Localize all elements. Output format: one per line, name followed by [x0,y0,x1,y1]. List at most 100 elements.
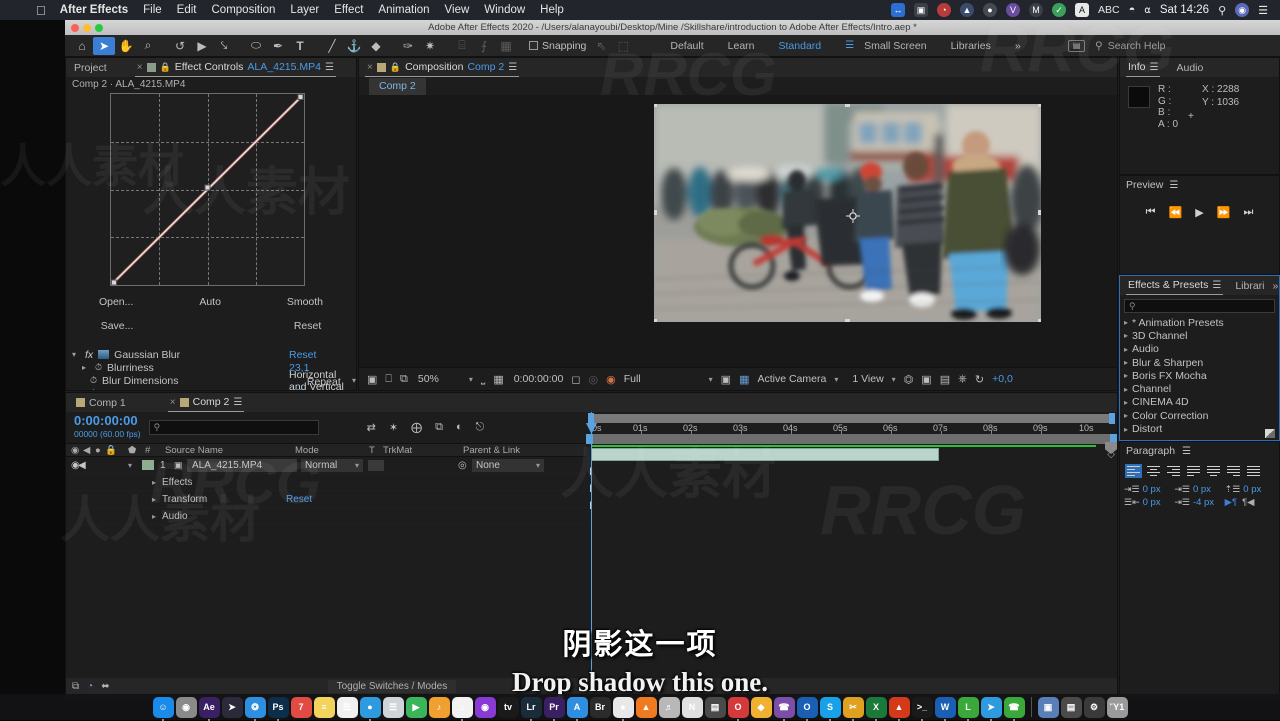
effects-presets-tab[interactable]: Effects & Presets ☰ [1126,277,1224,295]
solo-icon[interactable]: ● [90,445,101,456]
tools-folder-icon[interactable]: ⚙ [1083,696,1105,718]
downloads-folder-icon[interactable]: ▣ [1037,696,1059,718]
clock-alert-icon[interactable]: ◔ [936,3,951,17]
list-item[interactable]: ▸ Distort [1124,422,1279,435]
ninja-icon[interactable]: ● [982,3,997,17]
workspace-small-screen[interactable]: Small Screen [864,40,926,52]
menu-edit[interactable]: Edit [177,4,197,16]
facetime-icon[interactable]: ▶ [405,696,427,718]
menu-animation[interactable]: Animation [378,4,429,16]
wifi-icon[interactable]: ◓ [1129,4,1136,16]
composition-tab[interactable]: × 🔒 Composition Comp 2 ☰ [365,59,520,77]
chevron-right-icon[interactable]: ▸ [82,363,90,372]
previous-frame-button[interactable]: ⏪ [1169,206,1183,219]
magnification-value[interactable]: 50% [418,373,439,385]
fire-icon[interactable]: ▲ [888,696,910,718]
comp-1-tab[interactable]: Comp 1 [74,397,128,409]
pen-tool-icon[interactable]: ✒ [267,37,289,55]
toggle-transparency-icon[interactable]: ⎕ [385,373,392,386]
anchor-point-tool-icon[interactable]: ⤥ [213,37,235,55]
puppet-pin-tool-icon[interactable]: ✷ [419,37,441,55]
table-row[interactable]: ▸ Audio [66,508,586,525]
snap-target-icon[interactable]: ⬚ [612,37,634,55]
layer-video-toggle[interactable]: ◉ [66,460,80,471]
bell-icon[interactable]: ▲ [959,3,974,17]
adobe-bridge-icon[interactable]: Br [589,696,611,718]
last-frame-button[interactable]: ⏭ [1243,206,1253,219]
hide-shy-layers-icon[interactable]: ⨁ [411,421,422,434]
reminders-icon[interactable]: ☰ [336,696,358,718]
align-center-button[interactable] [1145,464,1162,478]
audio-icon[interactable]: ◀ [78,445,90,456]
ltr-direction-button[interactable]: ▶¶ [1225,497,1237,508]
menu-help[interactable]: Help [540,4,564,16]
selection-handle[interactable] [845,104,850,107]
zoom-tool-icon[interactable]: ⌕ [137,37,159,55]
after-effects-icon[interactable]: Ae [198,696,220,718]
list-item[interactable]: ▸ Blur & Sharpen [1124,356,1279,369]
selection-handle[interactable] [1038,319,1041,322]
panel-overflow-icon[interactable]: » [1273,280,1279,292]
layer-clip-bar[interactable] [591,448,939,461]
first-frame-button[interactable]: ⏮ [1146,206,1156,219]
work-area-bar[interactable] [588,413,1115,424]
calendar-icon[interactable]: 7 [290,696,312,718]
views-value[interactable]: 1 View [852,373,883,385]
messages-icon[interactable]: ● [359,696,381,718]
chevron-down-icon[interactable]: ▾ [834,375,838,384]
selection-handle[interactable] [654,104,657,107]
graph-editor-icon[interactable]: ⎋ [476,421,485,434]
frame-blending-icon[interactable]: ⧉ [435,421,443,434]
workspace-libraries[interactable]: Libraries [951,40,991,52]
photoshop-icon[interactable]: Ps [267,696,289,718]
distribute-icon[interactable]: ▦ [495,37,517,55]
justify-last-right-button[interactable] [1225,464,1242,478]
minimize-window-button[interactable] [83,23,91,32]
shape-tool-icon[interactable]: ⬭ [245,37,267,55]
workspace-standard[interactable]: Standard [779,40,822,52]
show-snapshot-icon[interactable]: ◎ [589,373,599,386]
audio-tab[interactable]: Audio [1174,62,1205,74]
books-icon[interactable]: ▤ [704,696,726,718]
brush-tool-icon[interactable]: ╱ [321,37,343,55]
hamburger-icon[interactable]: ☰ [1212,280,1221,291]
workspace-menu-icon[interactable]: ☰ [845,40,854,51]
curves-graph[interactable] [110,93,305,286]
rtl-direction-button[interactable]: ¶◀ [1242,497,1254,508]
align-left-icon[interactable]: ⌸ [451,37,473,55]
app-store-icon[interactable]: A [566,696,588,718]
repeat-edge-pixels-property[interactable]: ⏱ ✓ Repeat Edge Pixels [66,376,356,390]
lightroom-icon[interactable]: Lr [520,696,542,718]
excel-icon[interactable]: X [865,696,887,718]
info-tab[interactable]: Info ☰ [1126,59,1161,77]
open-button[interactable]: Open... [99,296,133,308]
space-before-paragraph[interactable]: ⇡☰ 0 px [1225,484,1275,495]
eraser-tool-icon[interactable]: ◆ [365,37,387,55]
hamburger-icon[interactable]: ☰ [233,397,242,408]
snap-arrow-icon[interactable]: ⇖ [590,37,612,55]
project-tab[interactable]: Project [72,62,109,74]
home-icon[interactable]: ⌂ [71,37,93,55]
app-v-icon[interactable]: V [1005,3,1020,17]
region-of-interest-icon[interactable]: ⎵ [481,373,485,386]
time-ruler[interactable]: 0s 01s 02s 03s 04s 05s 06s 07s 08s 09s 1… [586,423,1117,434]
list-item[interactable]: ▸ * Animation Presets [1124,316,1279,329]
menu-file[interactable]: File [143,4,162,16]
stopwatch-icon[interactable]: ⏱ [90,388,97,390]
selection-handle[interactable] [654,210,657,215]
hamburger-icon[interactable]: ☰ [1150,62,1159,73]
video-visibility-icon[interactable]: ◉ [66,445,79,456]
trash-icon[interactable]: Ὕ1 [1106,696,1128,718]
telegram-icon[interactable]: ➤ [980,696,1002,718]
table-row[interactable]: ▸ Effects [66,474,586,491]
layer-t-switch[interactable] [368,459,384,471]
maximize-window-button[interactable] [95,23,103,32]
menu-view[interactable]: View [445,4,470,16]
label-icon[interactable]: ⬟ [114,445,140,456]
finder-icon[interactable]: ☺ [152,696,174,718]
comp-flowchart-icon[interactable]: ▤ [940,373,950,386]
contacts-icon[interactable]: ☰ [382,696,404,718]
next-frame-button[interactable]: ⏩ [1217,206,1231,219]
snapping-checkbox[interactable] [529,41,538,50]
music-icon[interactable]: ♫ [451,696,473,718]
